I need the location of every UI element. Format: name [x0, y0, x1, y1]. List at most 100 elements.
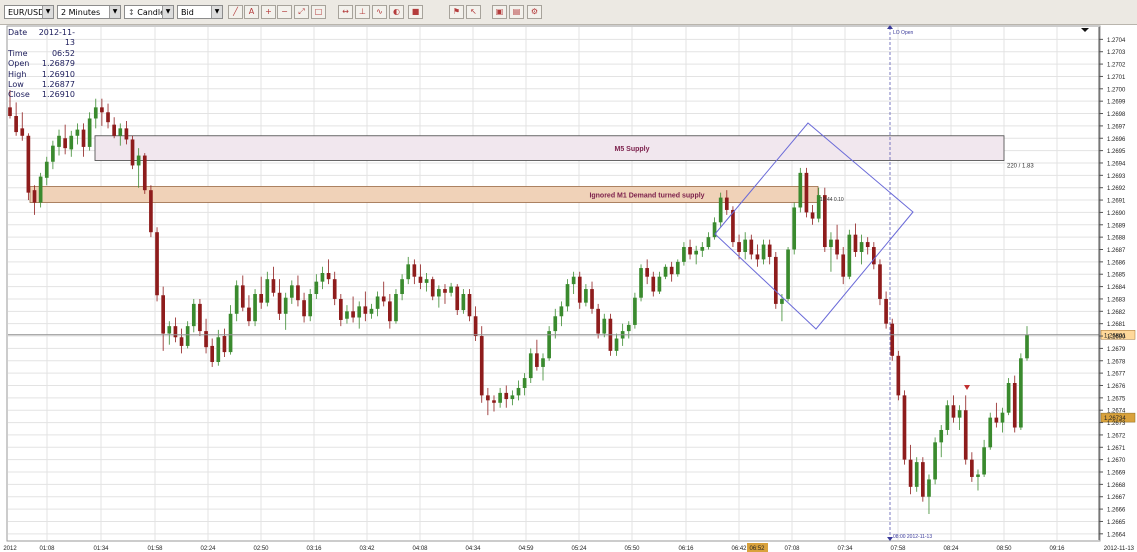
- candle-body: [375, 296, 380, 309]
- y-tick-label: 1.2682: [1107, 310, 1126, 316]
- time-axis: 2012 01:08 01:34 01:58 02:24 02:50 03:16 03:42 0…: [3, 543, 1135, 552]
- y-tick-label: 1.2675: [1107, 396, 1126, 402]
- lo-open-time-label: 08:00 2012-11-13: [893, 534, 932, 540]
- y-tick-label: 1.2672: [1107, 433, 1126, 439]
- chevron-down-icon[interactable]: ▼: [109, 6, 120, 18]
- candle-body: [571, 276, 576, 285]
- zoom-in-icon[interactable]: +: [261, 5, 276, 19]
- m5-supply-label: M5 Supply: [614, 146, 649, 153]
- x-tick-label: 07:08: [784, 546, 800, 552]
- candle-body: [792, 207, 797, 250]
- alert-icon[interactable]: ⚑: [449, 5, 464, 19]
- candle-body: [584, 289, 588, 303]
- chevron-down-icon[interactable]: ▼: [162, 6, 173, 18]
- open-label: Open: [8, 59, 30, 69]
- y-tick-label: 1.2690: [1107, 211, 1126, 217]
- candle-body: [504, 392, 509, 400]
- candle-body: [957, 410, 962, 418]
- candle-body: [988, 417, 993, 448]
- zoom-fit-icon[interactable]: ⤢: [294, 5, 309, 19]
- candle-body: [369, 308, 374, 314]
- low-value: 1.26877: [41, 80, 75, 90]
- candle-body: [633, 297, 637, 325]
- y-tick-label: 1.2667: [1107, 495, 1126, 501]
- candle-body: [69, 135, 74, 150]
- draw-line-icon[interactable]: ╱: [228, 5, 243, 19]
- x-tick-label: 01:34: [93, 546, 109, 552]
- candle-body: [38, 176, 43, 203]
- zoom-reset-icon[interactable]: □: [311, 5, 326, 19]
- candle-body: [645, 268, 649, 277]
- candle-body: [479, 336, 484, 396]
- candle-body: [161, 295, 166, 334]
- close-label: Close: [8, 90, 30, 100]
- settings-icon[interactable]: ⚙: [527, 5, 542, 19]
- candlestick-chart[interactable]: M5 Supply 220 / 1.83 Ignored M1 Demand tur…: [0, 24, 1137, 552]
- candle-body: [32, 190, 37, 203]
- x-tick-label: 03:42: [359, 546, 375, 552]
- candle-body: [63, 138, 67, 149]
- x-tick-label: 06:52: [749, 546, 765, 552]
- candle-body: [804, 172, 809, 213]
- candle-body: [706, 237, 711, 248]
- symbol-select[interactable]: EUR/USD ▼: [4, 5, 54, 19]
- candle-body: [326, 272, 331, 280]
- candle-body: [118, 128, 123, 136]
- demand-zone-label: Ignored M1 Demand turned supply: [589, 192, 704, 199]
- zoom-out-icon[interactable]: −: [277, 5, 292, 19]
- candle-body: [142, 155, 147, 191]
- candle-body: [155, 232, 159, 296]
- x-tick-label: 05:50: [624, 546, 640, 552]
- axis-icon[interactable]: ⊥: [355, 5, 370, 19]
- candle-body: [908, 459, 913, 487]
- candle-body: [780, 298, 784, 304]
- date-value: 2012-11-13: [38, 28, 75, 48]
- save-icon[interactable]: ▤: [509, 5, 524, 19]
- candle-body: [400, 279, 404, 295]
- candle-body: [173, 326, 178, 338]
- candle-body: [179, 337, 184, 346]
- candle-body: [841, 254, 846, 277]
- candle-body: [87, 118, 92, 147]
- candle-body: [44, 161, 49, 178]
- y-tick-label: 1.2679: [1107, 347, 1126, 353]
- text-icon[interactable]: A: [244, 5, 259, 19]
- price-side-value: Bid: [181, 8, 194, 17]
- candle-body: [289, 285, 294, 298]
- date-label: Date: [8, 28, 28, 37]
- y-tick-label: 1.2677: [1107, 372, 1126, 378]
- chart-style-select[interactable]: ↕ Candle ▼: [124, 5, 174, 19]
- candle-body: [945, 405, 950, 430]
- y-tick-label: 1.2688: [1107, 236, 1126, 242]
- y-tick-label: 1.2671: [1107, 446, 1126, 452]
- candle-body: [314, 281, 319, 295]
- indicator-icon[interactable]: ∿: [372, 5, 387, 19]
- candle-body: [75, 129, 80, 136]
- candle-body: [149, 190, 153, 233]
- y-tick-label: 1.2695: [1107, 149, 1126, 155]
- chevron-down-icon[interactable]: ▼: [211, 6, 222, 18]
- candle-body: [430, 279, 435, 297]
- timeframe-select[interactable]: 2 Minutes ▼: [57, 5, 121, 19]
- chevron-down-icon[interactable]: ▼: [42, 6, 53, 18]
- x-tick-label: 05:24: [571, 546, 587, 552]
- candle-body: [8, 107, 12, 117]
- window-icon[interactable]: ▣: [492, 5, 507, 19]
- candle-body: [847, 234, 852, 277]
- ratio-label: 220 / 1.83: [1007, 164, 1034, 170]
- candle-body: [240, 285, 245, 308]
- arrows-icon[interactable]: ↔: [338, 5, 353, 19]
- candle-body: [914, 462, 919, 487]
- price-side-select[interactable]: Bid ▼: [177, 5, 223, 19]
- candle-body: [970, 459, 974, 477]
- y-tick-label: 1.2691: [1107, 199, 1126, 205]
- x-tick-label: 07:34: [837, 546, 853, 552]
- candle-body: [982, 447, 986, 475]
- x-tick-label: 02:24: [200, 546, 216, 552]
- y-tick-label: 1.2669: [1107, 471, 1126, 477]
- square-icon[interactable]: ■: [408, 5, 423, 19]
- close-value: 1.26910: [41, 90, 75, 100]
- candle-body: [51, 145, 55, 162]
- cursor-icon[interactable]: ↖: [466, 5, 481, 19]
- palette-icon[interactable]: ◐: [389, 5, 404, 19]
